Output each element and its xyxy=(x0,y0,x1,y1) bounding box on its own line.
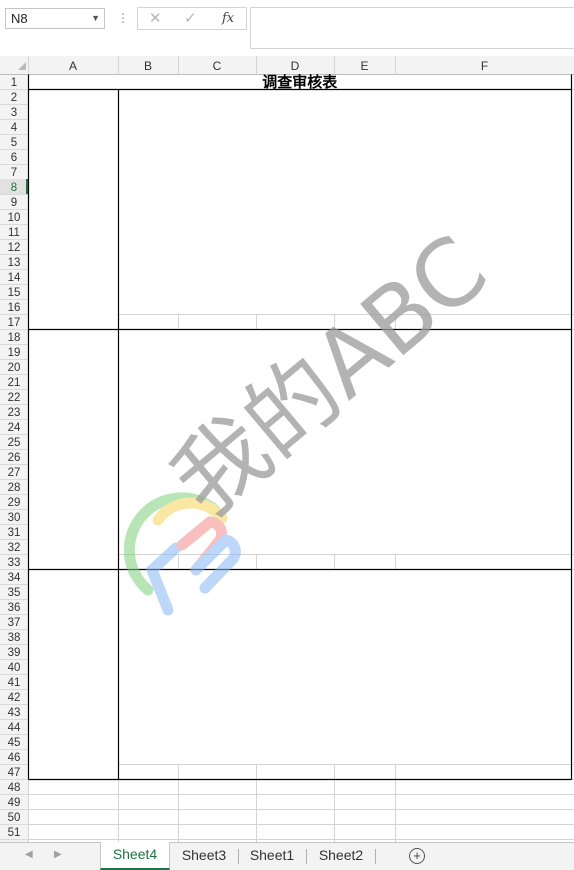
row-header-8[interactable]: 8 xyxy=(11,182,17,194)
sheet-tab-bar: ◀ ▶ Sheet4 Sheet3 Sheet1 Sheet2 + xyxy=(0,842,574,870)
row-header-39[interactable]: 39 xyxy=(8,647,21,659)
column-header-d[interactable]: D xyxy=(291,59,300,73)
row-header-30[interactable]: 30 xyxy=(8,512,21,524)
name-box-value: N8 xyxy=(11,11,28,26)
row-header-21[interactable]: 21 xyxy=(8,377,21,389)
row-header-34[interactable]: 34 xyxy=(8,572,21,584)
row-header-16[interactable]: 16 xyxy=(8,302,21,314)
row-header-18[interactable]: 18 xyxy=(8,332,21,344)
column-header-f[interactable]: F xyxy=(481,59,488,73)
row-header-10[interactable]: 10 xyxy=(8,212,21,224)
row-header-35[interactable]: 35 xyxy=(8,587,21,599)
row-header-47[interactable]: 47 xyxy=(8,767,21,779)
scroll-left-icon[interactable]: ◀ xyxy=(25,849,33,860)
row-header-6[interactable]: 6 xyxy=(11,152,17,164)
row-header-19[interactable]: 19 xyxy=(8,347,21,359)
row-header-9[interactable]: 9 xyxy=(11,197,17,209)
sheet-title: 调查审核表 xyxy=(262,73,338,91)
row-header-11[interactable]: 11 xyxy=(8,227,20,239)
merged-cell[interactable] xyxy=(29,570,118,779)
merged-cell[interactable] xyxy=(119,90,574,314)
row-header-42[interactable]: 42 xyxy=(8,692,21,704)
row-header-3[interactable]: 3 xyxy=(11,107,17,119)
column-header-a[interactable]: A xyxy=(69,59,77,73)
row-header-37[interactable]: 37 xyxy=(8,617,21,629)
row-header-27[interactable]: 27 xyxy=(8,467,21,479)
row-header-29[interactable]: 29 xyxy=(8,497,21,509)
more-vertical-icon[interactable]: ⋮ xyxy=(117,11,129,25)
column-header-b[interactable]: B xyxy=(144,59,152,73)
worksheet-grid[interactable]: A B C D E F 1 2 3 4 5 6 7 8 9 10 11 12 13 14 15 16 17 18 19 20 21 2… xyxy=(0,56,574,842)
grid-canvas[interactable]: A B C D E F1234567891011121314151617181920212… xyxy=(0,56,574,842)
row-header-2[interactable]: 2 xyxy=(11,92,17,104)
row-header-40[interactable]: 40 xyxy=(8,662,21,674)
row-header-15[interactable]: 15 xyxy=(8,287,21,299)
row-header-33[interactable]: 33 xyxy=(8,557,21,569)
formula-input[interactable] xyxy=(250,7,574,49)
cancel-icon[interactable]: ✕ xyxy=(149,10,162,28)
row-header-12[interactable]: 12 xyxy=(8,242,21,254)
row-header-36[interactable]: 36 xyxy=(8,602,21,614)
row-header-31[interactable]: 31 xyxy=(8,527,21,539)
column-header-c[interactable]: C xyxy=(213,59,222,73)
row-header-38[interactable]: 38 xyxy=(8,632,21,644)
scroll-right-icon[interactable]: ▶ xyxy=(54,849,62,860)
row-header-5[interactable]: 5 xyxy=(11,137,17,149)
row-header-24[interactable]: 24 xyxy=(8,422,21,434)
row-header-44[interactable]: 44 xyxy=(8,722,21,734)
row-header-25[interactable]: 25 xyxy=(8,437,21,449)
row-header-20[interactable]: 20 xyxy=(8,362,21,374)
merged-cell[interactable] xyxy=(119,570,574,764)
row-header-26[interactable]: 26 xyxy=(8,452,21,464)
merged-cell[interactable] xyxy=(29,90,118,329)
row-header-23[interactable]: 23 xyxy=(8,407,21,419)
row-header-1[interactable]: 1 xyxy=(11,77,17,89)
chevron-down-icon[interactable]: ▼ xyxy=(91,9,100,28)
row-header-41[interactable]: 41 xyxy=(8,677,21,689)
enter-check-icon[interactable]: ✓ xyxy=(184,10,197,28)
column-header-e[interactable]: E xyxy=(360,59,368,73)
tab-sheet3[interactable]: Sheet3 xyxy=(171,843,237,870)
row-header-43[interactable]: 43 xyxy=(8,707,21,719)
tab-sheet2[interactable]: Sheet2 xyxy=(307,843,375,870)
row-header-28[interactable]: 28 xyxy=(8,482,21,494)
formula-bar: N8 ▼ ⋮ ✕ ✓ fx xyxy=(0,0,574,56)
insert-function-icon[interactable]: fx xyxy=(222,10,234,28)
name-box[interactable]: N8 ▼ xyxy=(5,8,105,29)
row-header-48[interactable]: 48 xyxy=(8,782,21,794)
row-header-13[interactable]: 13 xyxy=(8,257,21,269)
tab-sheet1[interactable]: Sheet1 xyxy=(239,843,305,870)
row-header-45[interactable]: 45 xyxy=(8,737,21,749)
add-sheet-icon[interactable]: + xyxy=(409,848,425,864)
row-header-7[interactable]: 7 xyxy=(11,167,17,179)
formula-buttons: ✕ ✓ fx xyxy=(137,7,247,30)
row-header-50[interactable]: 50 xyxy=(8,812,21,824)
tab-divider xyxy=(375,849,376,864)
row-header-4[interactable]: 4 xyxy=(11,122,18,134)
row-header-22[interactable]: 22 xyxy=(8,392,21,404)
row-header-17[interactable]: 17 xyxy=(8,317,21,329)
row-header-49[interactable]: 49 xyxy=(8,797,21,809)
row-header-32[interactable]: 32 xyxy=(8,542,21,554)
merged-cell[interactable] xyxy=(119,330,574,554)
row-header-14[interactable]: 14 xyxy=(8,272,21,284)
row-header-51[interactable]: 51 xyxy=(8,827,21,839)
merged-cell[interactable] xyxy=(29,330,118,569)
tab-sheet4[interactable]: Sheet4 xyxy=(100,842,170,870)
row-header-46[interactable]: 46 xyxy=(8,752,21,764)
